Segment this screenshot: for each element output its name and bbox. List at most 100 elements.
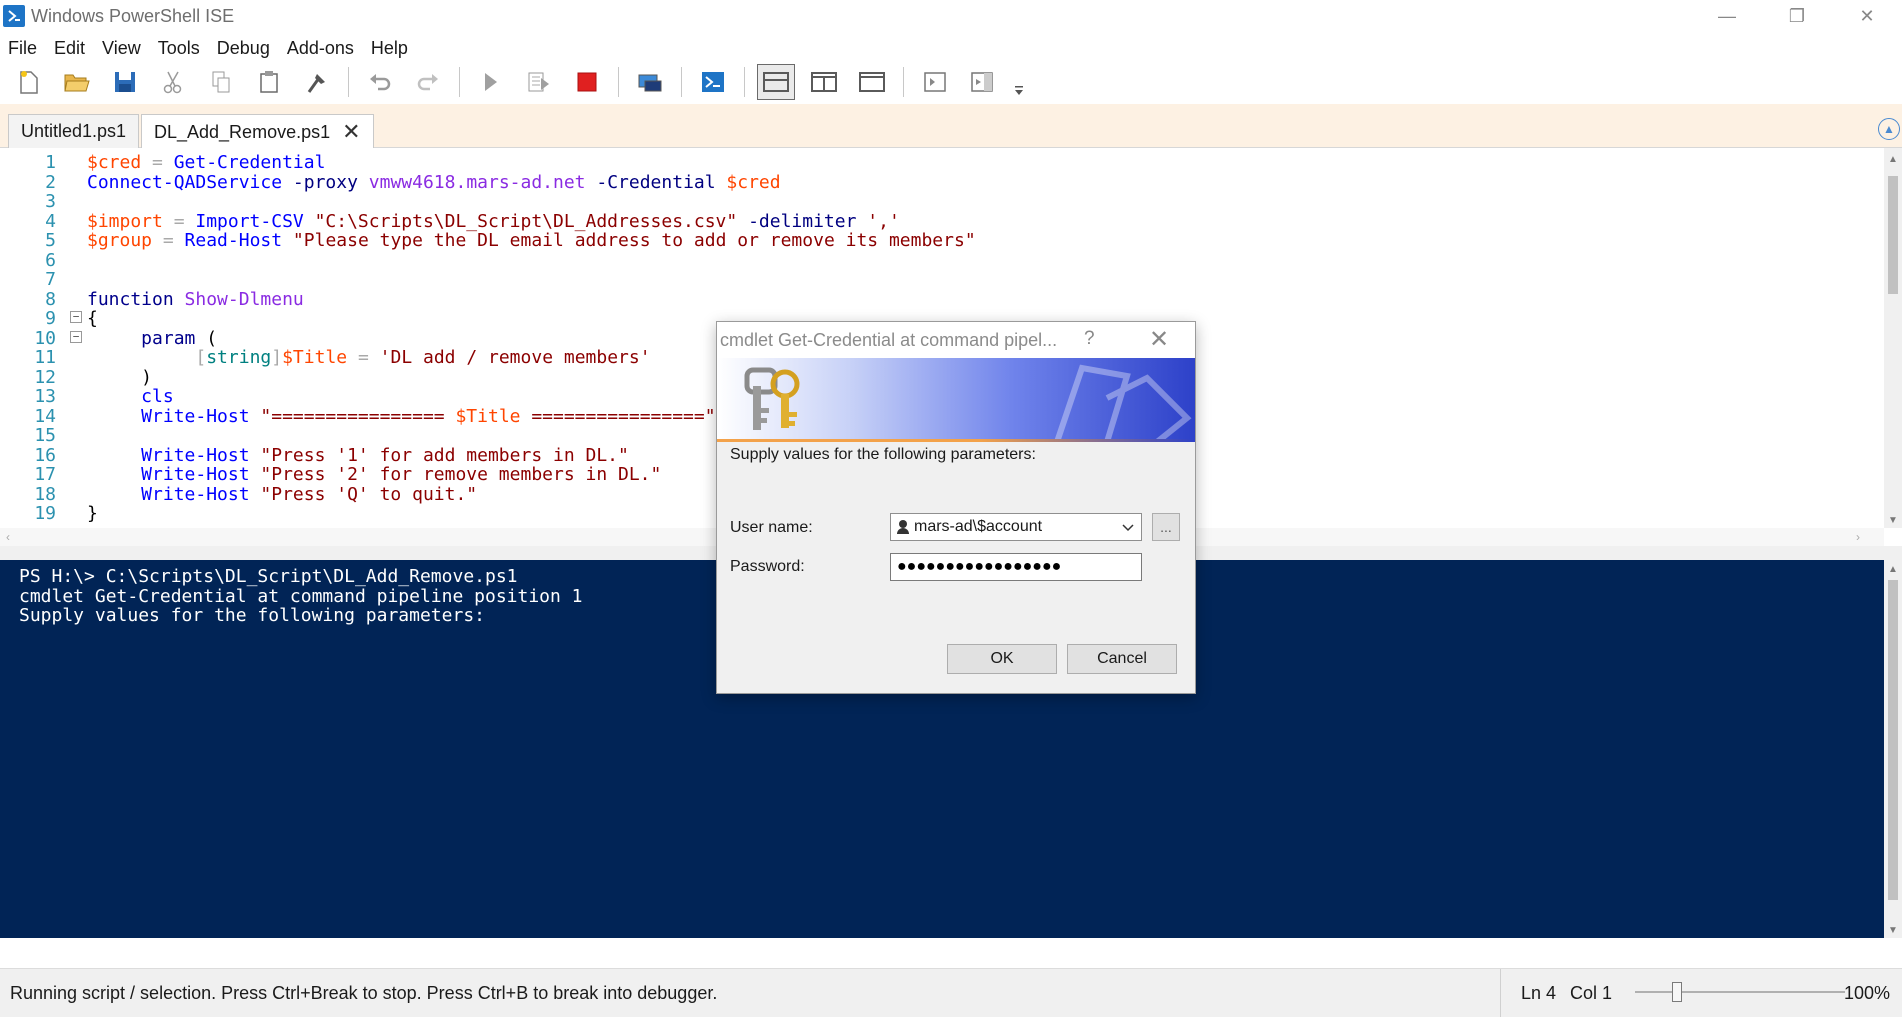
tab-dl-add-remove[interactable]: DL_Add_Remove.ps1 ✕ bbox=[141, 114, 374, 149]
dialog-close-button[interactable]: ✕ bbox=[1149, 325, 1169, 354]
cancel-button[interactable]: Cancel bbox=[1067, 644, 1177, 674]
ok-button[interactable]: OK bbox=[947, 644, 1057, 674]
dialog-help-button[interactable]: ? bbox=[1084, 328, 1095, 350]
fold-toggle-icon[interactable]: − bbox=[70, 311, 82, 323]
toolbar-separator bbox=[348, 67, 349, 97]
zoom-level: 100% bbox=[1843, 983, 1890, 1003]
code-token: cls bbox=[87, 386, 174, 407]
line-number: 15 bbox=[34, 425, 56, 446]
close-window-button[interactable]: ✕ bbox=[1832, 0, 1902, 32]
undo-icon[interactable] bbox=[361, 64, 399, 100]
zoom-slider-track[interactable] bbox=[1635, 991, 1845, 993]
line-number: 18 bbox=[34, 483, 56, 505]
restore-button[interactable]: ❐ bbox=[1762, 0, 1832, 32]
line-number: 9 bbox=[45, 308, 56, 329]
scrollbar-thumb[interactable] bbox=[1888, 176, 1898, 294]
toolbar bbox=[0, 62, 1902, 102]
paste-icon[interactable] bbox=[250, 64, 288, 100]
run-script-icon[interactable] bbox=[472, 64, 510, 100]
show-command-addon-icon[interactable] bbox=[964, 64, 1002, 100]
title-bar: Windows PowerShell ISE — ❐ ✕ bbox=[0, 0, 1902, 32]
code-token: = bbox=[347, 347, 380, 368]
menu-tools[interactable]: Tools bbox=[150, 38, 209, 59]
browse-credentials-button[interactable]: ... bbox=[1152, 513, 1180, 541]
credential-dialog: cmdlet Get-Credential at command pipel..… bbox=[716, 321, 1196, 694]
banner-decoration bbox=[1053, 364, 1192, 442]
copy-icon[interactable] bbox=[202, 64, 240, 100]
menu-bar: File Edit View Tools Debug Add-ons Help bbox=[0, 34, 417, 62]
save-icon[interactable] bbox=[106, 64, 144, 100]
dialog-title-bar: cmdlet Get-Credential at command pipel..… bbox=[717, 322, 1195, 358]
toolbar-overflow-icon[interactable] bbox=[1012, 67, 1026, 97]
menu-edit[interactable]: Edit bbox=[46, 38, 94, 59]
code-token: { bbox=[87, 308, 98, 329]
show-command-window-icon[interactable] bbox=[916, 64, 954, 100]
redo-icon[interactable] bbox=[409, 64, 447, 100]
line-number: 6 bbox=[45, 249, 56, 271]
code-text: } bbox=[87, 503, 98, 524]
line-number: 16 bbox=[34, 444, 56, 466]
powershell-console-icon[interactable] bbox=[694, 64, 732, 100]
code-text: $import = Import-CSV "C:\Scripts\DL_Scri… bbox=[87, 211, 900, 232]
line-number: 3 bbox=[45, 191, 56, 212]
clear-console-icon[interactable] bbox=[298, 64, 336, 100]
menu-view[interactable]: View bbox=[94, 38, 150, 59]
code-token: "Please type the DL email address to add… bbox=[282, 230, 976, 251]
show-script-right-icon[interactable] bbox=[805, 64, 843, 100]
line-number: 1 bbox=[45, 152, 56, 173]
code-token: $group bbox=[87, 230, 153, 251]
code-token: "Press '1' for add members in DL." bbox=[260, 444, 629, 466]
scrollbar-thumb[interactable] bbox=[1888, 580, 1898, 900]
line-number: 17 bbox=[34, 464, 56, 485]
line-number: 7 bbox=[45, 269, 56, 290]
code-token: Write-Host bbox=[87, 444, 261, 466]
chevron-down-icon[interactable] bbox=[1121, 519, 1135, 535]
cut-icon[interactable] bbox=[154, 64, 192, 100]
user-icon bbox=[897, 520, 909, 534]
code-token: = bbox=[141, 152, 174, 173]
remote-powershell-icon[interactable] bbox=[631, 64, 669, 100]
zoom-slider-thumb[interactable] bbox=[1672, 982, 1682, 1002]
status-message: Running script / selection. Press Ctrl+B… bbox=[10, 982, 718, 1003]
status-bar: Running script / selection. Press Ctrl+B… bbox=[0, 968, 1902, 1017]
menu-file[interactable]: File bbox=[0, 38, 46, 59]
menu-debug[interactable]: Debug bbox=[209, 38, 279, 59]
open-folder-icon[interactable] bbox=[58, 64, 96, 100]
minimize-button[interactable]: — bbox=[1692, 0, 1762, 32]
toolbar-separator bbox=[681, 67, 682, 97]
code-text: $group = Read-Host "Please type the DL e… bbox=[87, 230, 976, 251]
close-tab-icon[interactable]: ✕ bbox=[342, 119, 360, 145]
code-text: param ( bbox=[87, 328, 217, 349]
code-token: [ bbox=[195, 347, 207, 368]
code-token: Connect-QADService bbox=[87, 171, 283, 193]
code-token: "C:\Scripts\DL_Script\DL_Addresses.csv" bbox=[303, 210, 738, 232]
code-text: cls bbox=[87, 386, 174, 407]
menu-addons[interactable]: Add-ons bbox=[279, 38, 363, 59]
keys-icon bbox=[744, 367, 800, 430]
code-token: Show-Dlmenu bbox=[184, 288, 304, 310]
collapse-script-pane-icon[interactable]: ▲ bbox=[1878, 118, 1900, 140]
new-file-icon[interactable] bbox=[10, 64, 48, 100]
code-token: $cred bbox=[87, 152, 142, 173]
password-field[interactable]: ●●●●●●●●●●●●●●●●● bbox=[890, 553, 1142, 581]
editor-vertical-scrollbar[interactable]: ▲ ▼ bbox=[1884, 148, 1902, 528]
username-combobox[interactable]: mars-ad\$account bbox=[890, 513, 1142, 541]
code-token: string bbox=[206, 347, 272, 368]
tab-label: DL_Add_Remove.ps1 bbox=[154, 121, 331, 142]
dialog-prompt: Supply values for the following paramete… bbox=[730, 446, 1036, 463]
stop-icon[interactable] bbox=[568, 64, 606, 100]
show-script-maximized-icon[interactable] bbox=[853, 64, 891, 100]
tab-untitled1[interactable]: Untitled1.ps1 bbox=[8, 114, 140, 148]
code-token: ) bbox=[87, 366, 153, 388]
code-token: ( bbox=[206, 327, 218, 349]
console-vertical-scrollbar[interactable]: ▲ ▼ bbox=[1884, 560, 1902, 938]
line-number: 11 bbox=[34, 347, 56, 368]
fold-toggle-icon[interactable]: − bbox=[70, 330, 82, 343]
show-script-top-icon[interactable] bbox=[757, 64, 795, 100]
code-token: ] bbox=[271, 347, 283, 368]
run-selection-icon[interactable] bbox=[520, 64, 558, 100]
menu-help[interactable]: Help bbox=[363, 38, 417, 59]
code-token: ================" bbox=[520, 405, 716, 427]
code-token: function bbox=[87, 288, 185, 310]
